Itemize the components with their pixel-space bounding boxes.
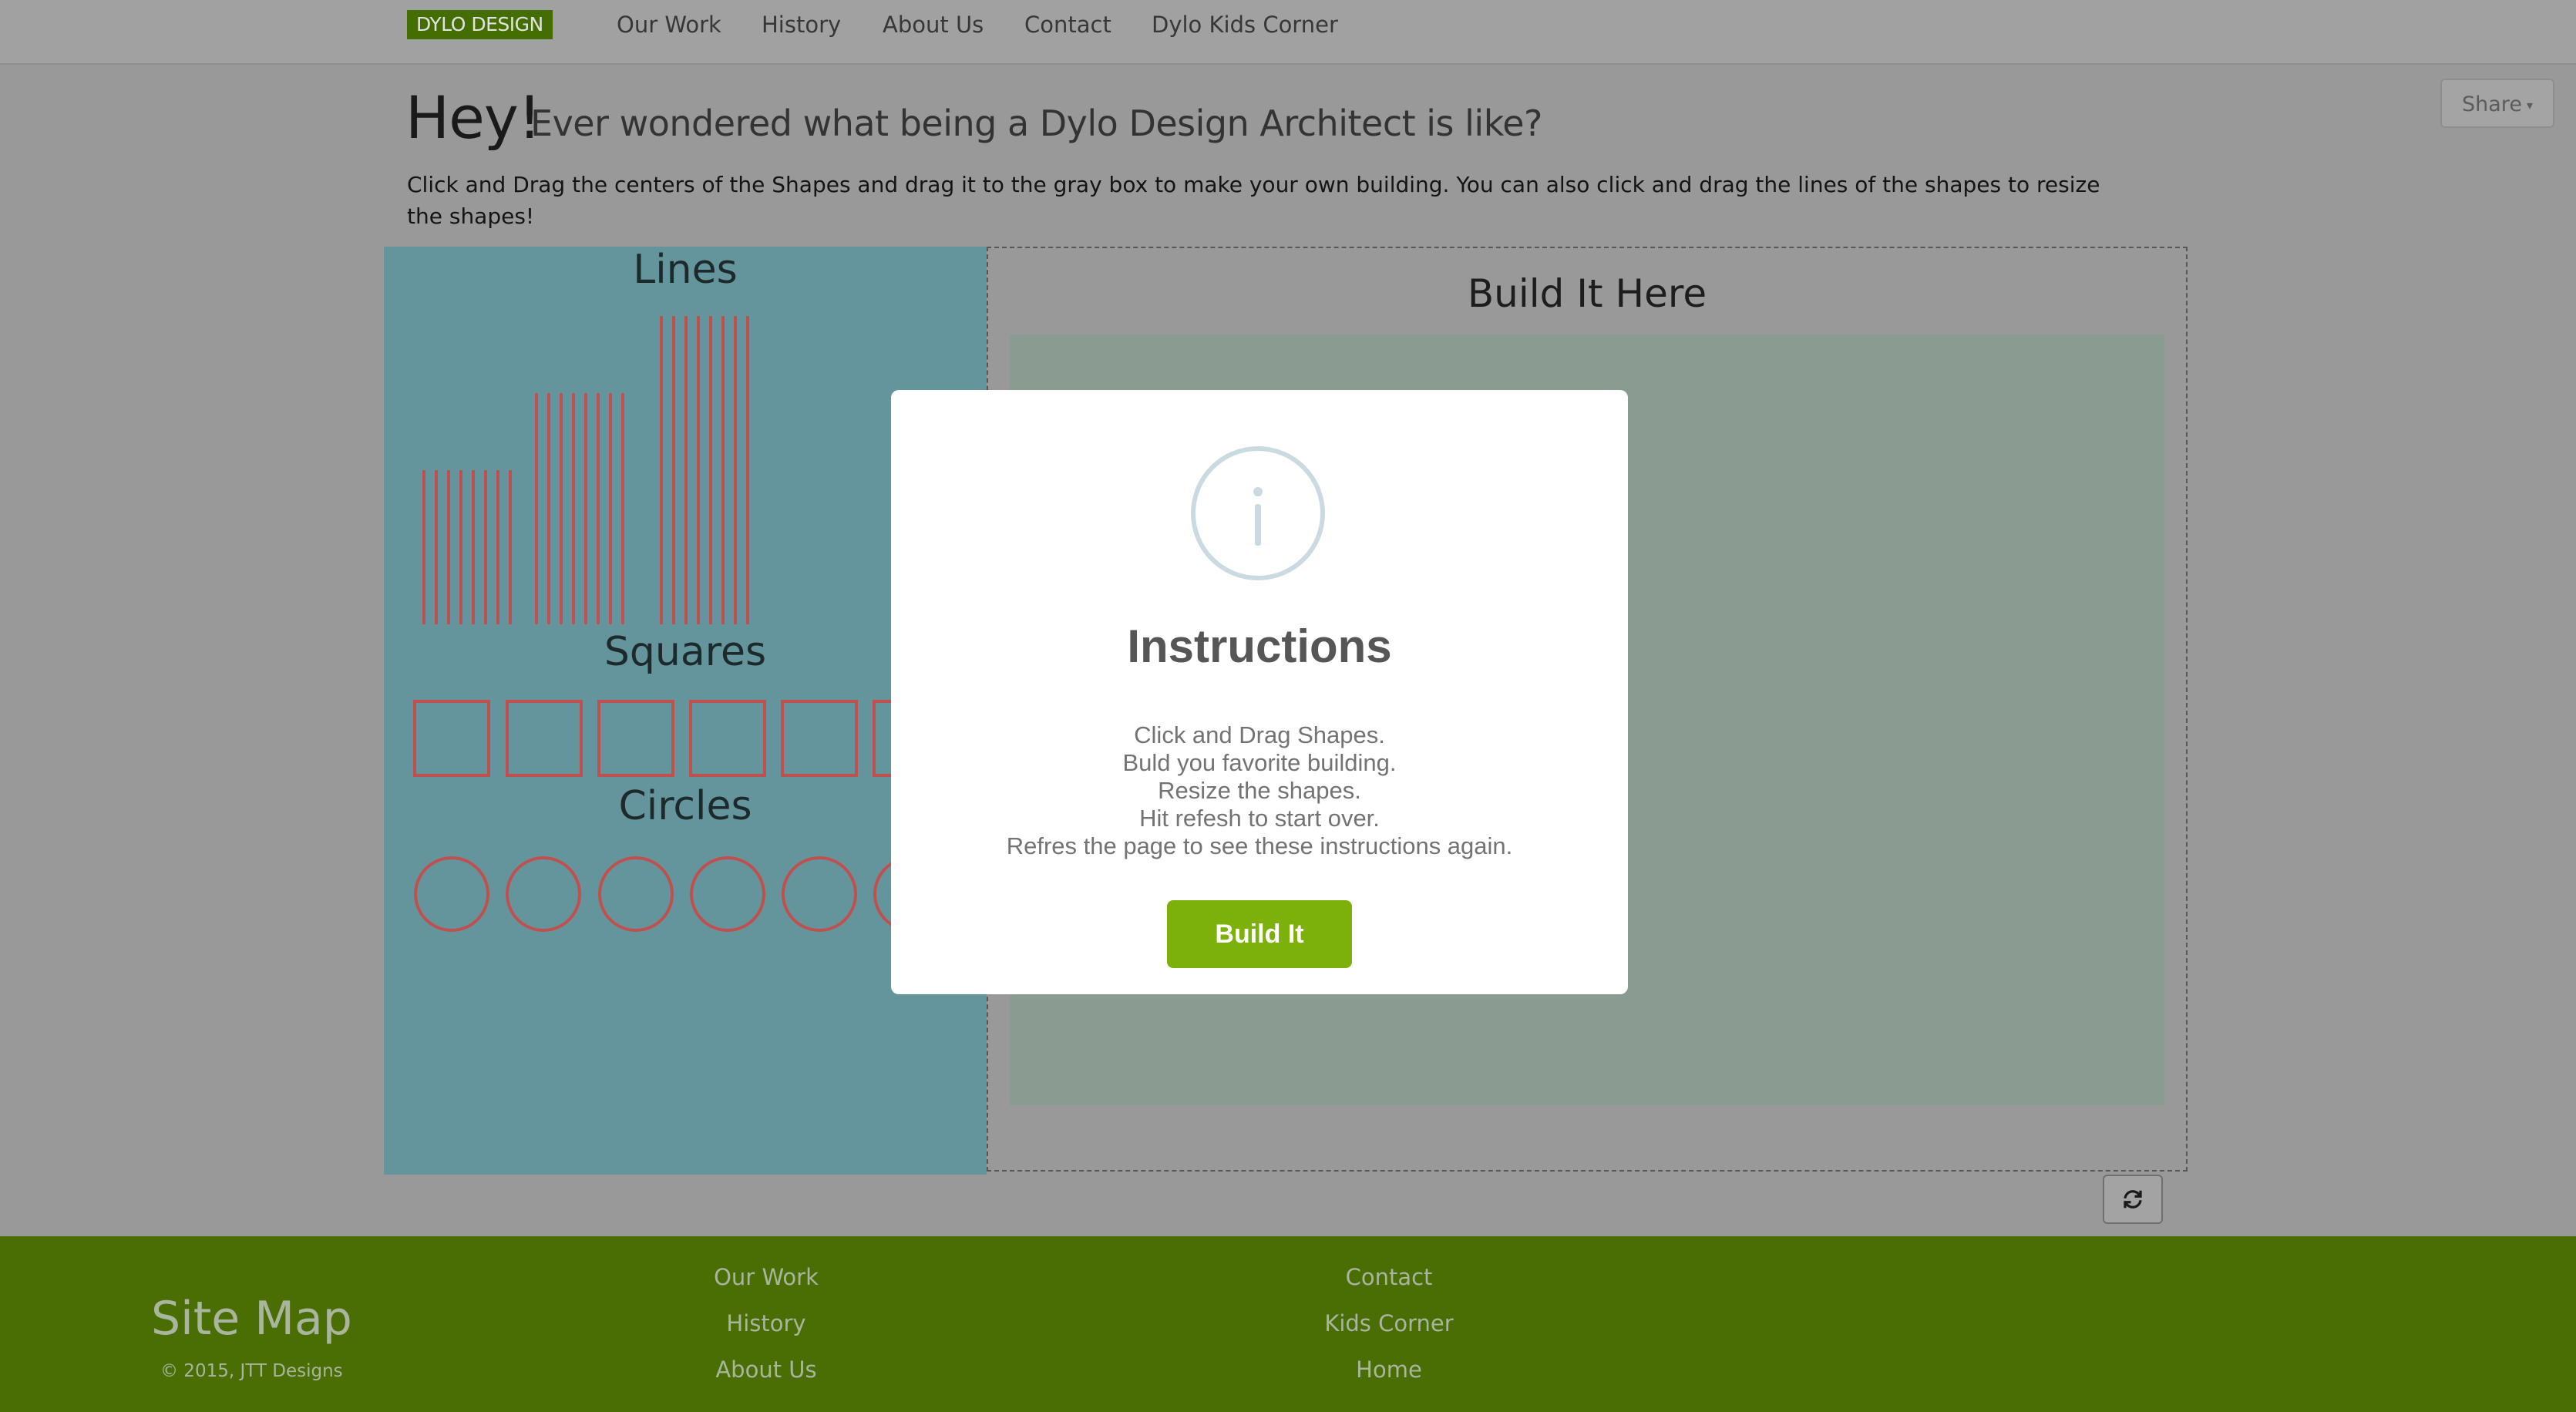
refresh-button[interactable]: [2103, 1175, 2163, 1224]
top-navbar: DYLO DESIGN Our Work History About Us Co…: [0, 0, 2576, 65]
modal-title: Instructions: [1127, 620, 1392, 672]
instruction-line: Hit refesh to start over.: [1139, 805, 1380, 832]
square-shape[interactable]: [413, 700, 490, 777]
square-shape[interactable]: [597, 700, 674, 777]
nav-about-us[interactable]: About Us: [883, 9, 984, 40]
square-shape[interactable]: [781, 700, 858, 777]
nav-contact[interactable]: Contact: [1024, 9, 1111, 40]
brand-logo[interactable]: DYLO DESIGN: [407, 10, 553, 39]
caret-down-icon: ▾: [2526, 97, 2533, 113]
nav-history[interactable]: History: [762, 9, 841, 40]
footer-link-contact[interactable]: Contact: [1273, 1264, 1505, 1290]
share-button[interactable]: Share ▾: [2440, 79, 2554, 128]
modal-instructions: Click and Drag Shapes. Buld you favorite…: [891, 721, 1628, 860]
intro-text: Click and Drag the centers of the Shapes…: [407, 172, 2100, 229]
instruction-line: Resize the shapes.: [1158, 777, 1361, 804]
share-label: Share: [2462, 92, 2522, 116]
circle-shape[interactable]: [690, 856, 765, 932]
nav-dylo-kids-corner[interactable]: Dylo Kids Corner: [1152, 9, 1338, 40]
build-title: Build It Here: [1467, 271, 1707, 316]
square-shape[interactable]: [689, 700, 766, 777]
footer-link-home[interactable]: Home: [1273, 1357, 1505, 1383]
circle-shape[interactable]: [598, 856, 674, 932]
instruction-line: Click and Drag Shapes.: [1134, 721, 1385, 748]
footer-link-history[interactable]: History: [651, 1310, 882, 1336]
square-shape[interactable]: [506, 700, 583, 777]
copyright: © 2015, JTT Designs: [160, 1361, 343, 1381]
footer-link-about-us[interactable]: About Us: [651, 1357, 882, 1383]
info-circle-icon: [1191, 446, 1325, 580]
refresh-icon: [2124, 1190, 2142, 1209]
instruction-line: Refres the page to see these instruction…: [1006, 832, 1513, 859]
build-it-button[interactable]: Build It: [1167, 900, 1352, 968]
circle-shape[interactable]: [414, 856, 489, 932]
footer-link-our-work[interactable]: Our Work: [651, 1264, 882, 1290]
footer: Site Map © 2015, JTT Designs Our Work Hi…: [0, 1236, 2576, 1412]
sitemap-heading: Site Map: [151, 1292, 352, 1346]
circle-shape[interactable]: [506, 856, 581, 932]
instruction-line: Buld you favorite building.: [1122, 749, 1397, 776]
nav-our-work[interactable]: Our Work: [617, 9, 721, 40]
hey-heading: Hey!: [405, 83, 541, 152]
footer-link-kids-corner[interactable]: Kids Corner: [1273, 1310, 1505, 1336]
page-subtitle: Ever wondered what being a Dylo Design A…: [530, 103, 1542, 144]
instructions-modal: Instructions Click and Drag Shapes. Buld…: [891, 390, 1628, 994]
circle-shape[interactable]: [782, 856, 857, 932]
